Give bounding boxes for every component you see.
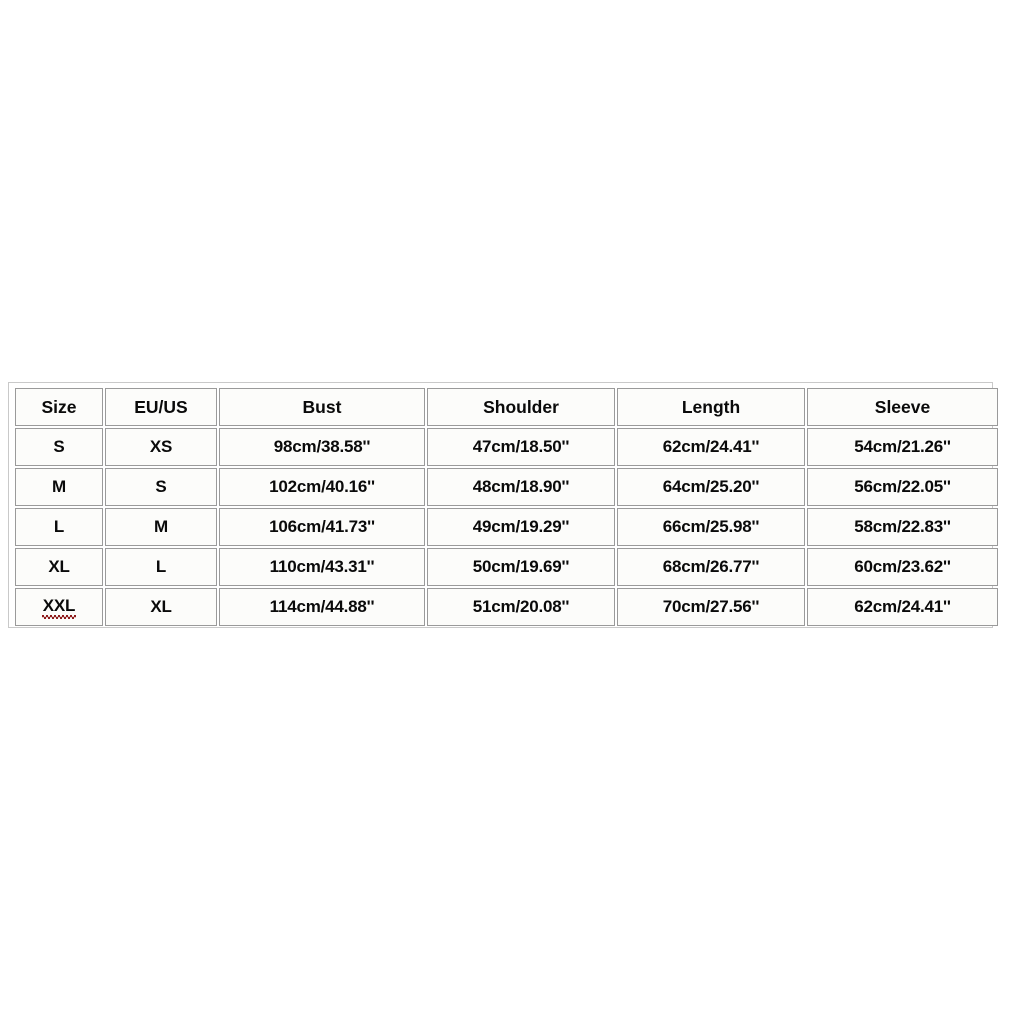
cell-sleeve: 56cm/22.05'': [807, 468, 998, 506]
table-row: XL L 110cm/43.31'' 50cm/19.69'' 68cm/26.…: [15, 548, 998, 586]
table-header-row: Size EU/US Bust Shoulder Length Sleeve: [15, 388, 998, 426]
cell-bust: 114cm/44.88'': [219, 588, 425, 626]
cell-bust: 98cm/38.58'': [219, 428, 425, 466]
cell-bust: 106cm/41.73'': [219, 508, 425, 546]
table-row: M S 102cm/40.16'' 48cm/18.90'' 64cm/25.2…: [15, 468, 998, 506]
column-header-bust: Bust: [219, 388, 425, 426]
cell-length: 64cm/25.20'': [617, 468, 805, 506]
cell-shoulder: 50cm/19.69'': [427, 548, 615, 586]
cell-sleeve: 54cm/21.26'': [807, 428, 998, 466]
cell-length: 70cm/27.56'': [617, 588, 805, 626]
column-header-shoulder: Shoulder: [427, 388, 615, 426]
column-header-sleeve: Sleeve: [807, 388, 998, 426]
size-chart-container: Size EU/US Bust Shoulder Length Sleeve S…: [8, 382, 998, 628]
size-chart-table: Size EU/US Bust Shoulder Length Sleeve S…: [13, 386, 1000, 628]
cell-sleeve: 58cm/22.83'': [807, 508, 998, 546]
cell-sleeve: 62cm/24.41'': [807, 588, 998, 626]
cell-shoulder: 47cm/18.50'': [427, 428, 615, 466]
cell-shoulder: 48cm/18.90'': [427, 468, 615, 506]
cell-length: 68cm/26.77'': [617, 548, 805, 586]
column-header-length: Length: [617, 388, 805, 426]
cell-shoulder: 51cm/20.08'': [427, 588, 615, 626]
cell-bust: 110cm/43.31'': [219, 548, 425, 586]
cell-size: L: [15, 508, 103, 546]
cell-size: XXL: [15, 588, 103, 626]
cell-length: 62cm/24.41'': [617, 428, 805, 466]
cell-size: XL: [15, 548, 103, 586]
cell-euus: M: [105, 508, 217, 546]
cell-euus: XS: [105, 428, 217, 466]
cell-sleeve: 60cm/23.62'': [807, 548, 998, 586]
table-row: XXL XL 114cm/44.88'' 51cm/20.08'' 70cm/2…: [15, 588, 998, 626]
cell-euus: S: [105, 468, 217, 506]
table-row: L M 106cm/41.73'' 49cm/19.29'' 66cm/25.9…: [15, 508, 998, 546]
cell-euus: XL: [105, 588, 217, 626]
cell-length: 66cm/25.98'': [617, 508, 805, 546]
column-header-euus: EU/US: [105, 388, 217, 426]
cell-euus: L: [105, 548, 217, 586]
cell-bust: 102cm/40.16'': [219, 468, 425, 506]
cell-size: S: [15, 428, 103, 466]
column-header-size: Size: [15, 388, 103, 426]
cell-shoulder: 49cm/19.29'': [427, 508, 615, 546]
table-row: S XS 98cm/38.58'' 47cm/18.50'' 62cm/24.4…: [15, 428, 998, 466]
spellcheck-marked-text: XXL: [41, 596, 77, 619]
cell-size: M: [15, 468, 103, 506]
